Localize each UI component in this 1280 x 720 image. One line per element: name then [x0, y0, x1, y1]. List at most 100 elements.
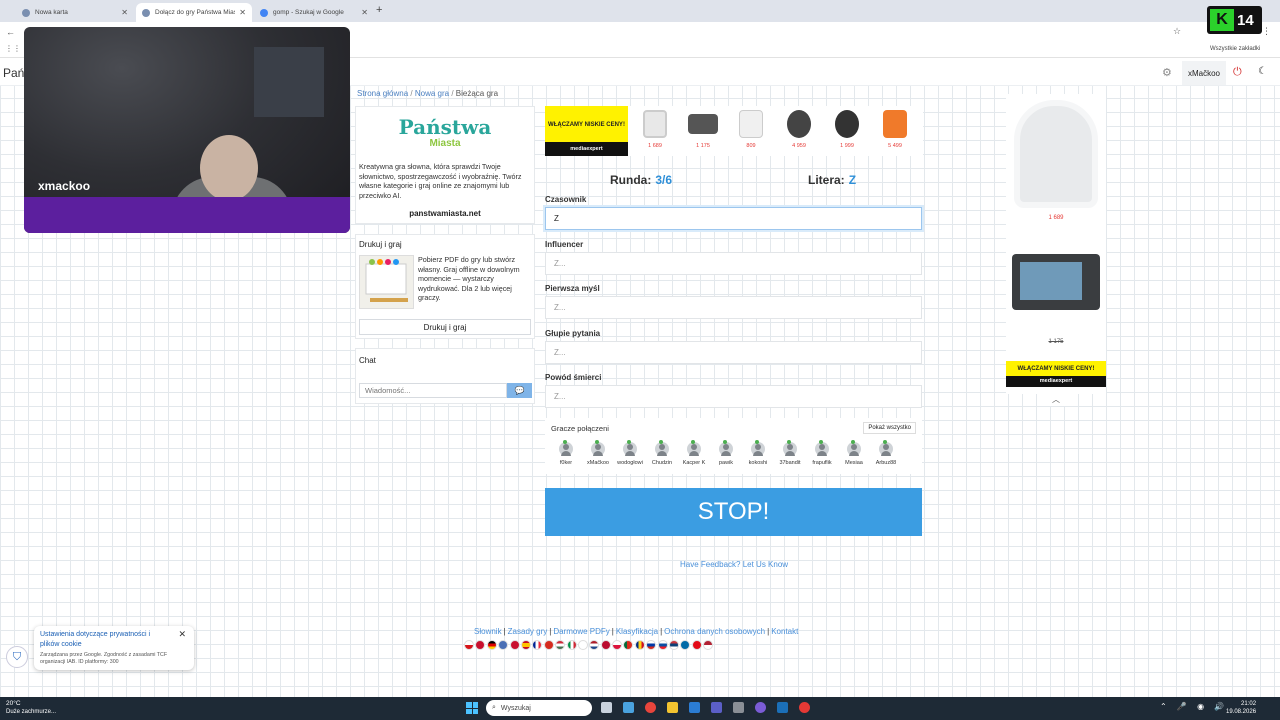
- flag-no-icon[interactable]: [600, 640, 611, 650]
- tab-new[interactable]: Nowa karta ✕: [16, 3, 134, 22]
- players-title: Gracze połączeni: [551, 424, 609, 433]
- chat-send-icon[interactable]: 💬: [507, 383, 532, 398]
- tab-google[interactable]: gomp - Szukaj w Google ✕: [254, 3, 374, 22]
- player-name: kokoshi: [748, 460, 768, 466]
- apps-icon[interactable]: ⋮⋮: [5, 44, 21, 53]
- flag-en-icon[interactable]: [509, 640, 520, 650]
- footer-link-zasady[interactable]: Zasady gry: [508, 627, 548, 636]
- ad-product[interactable]: 809: [731, 106, 771, 156]
- flag-rs-icon[interactable]: [669, 640, 680, 650]
- power-icon[interactable]: ⏻: [1233, 66, 1242, 79]
- stop-button[interactable]: STOP!: [545, 488, 922, 536]
- settings-gear-icon[interactable]: ⚙: [1162, 66, 1172, 79]
- flag-it-icon[interactable]: [566, 640, 577, 650]
- app-icon[interactable]: [733, 702, 744, 713]
- all-bookmarks[interactable]: Wszystkie zakładki: [1210, 46, 1260, 52]
- user-name[interactable]: xMačkoo: [1182, 61, 1226, 85]
- cookie-notice[interactable]: Ustawienia dotyczące prywatności i plikó…: [34, 626, 194, 670]
- close-icon[interactable]: ✕: [239, 8, 246, 17]
- ad-product[interactable]: 5 499: [875, 106, 915, 156]
- ad-banner-text: WŁĄCZAMY NISKIE CENY!: [1017, 366, 1095, 372]
- site-url: panstwamiasta.net: [409, 209, 481, 218]
- footer-link-slownik[interactable]: Słownik: [474, 627, 502, 636]
- player-item: Kacper K: [678, 440, 710, 466]
- chrome-icon[interactable]: [645, 702, 656, 713]
- chat-message-input[interactable]: [359, 383, 507, 398]
- new-tab-button[interactable]: +: [376, 4, 382, 16]
- flag-ro-icon[interactable]: [634, 640, 645, 650]
- footer-link-ochrona[interactable]: Ochrona danych osobowych: [664, 627, 765, 636]
- dark-mode-icon[interactable]: ☾: [1258, 66, 1267, 77]
- flag-gb-icon[interactable]: [498, 640, 509, 650]
- flag-de-icon[interactable]: [486, 640, 497, 650]
- taskbar-search[interactable]: ⌕ Wyszukaj: [486, 700, 592, 716]
- flag-fr-icon[interactable]: [532, 640, 543, 650]
- ad-product[interactable]: 1 999: [827, 106, 867, 156]
- app-icon[interactable]: [799, 702, 810, 713]
- flag-cz-icon[interactable]: [464, 640, 474, 650]
- star-icon[interactable]: ☆: [1173, 26, 1181, 37]
- print-button[interactable]: Drukuj i graj: [359, 319, 531, 335]
- steam-icon[interactable]: [777, 702, 788, 713]
- chevron-up-icon[interactable]: ︿: [1046, 394, 1066, 406]
- breadcrumb-new-game[interactable]: Nowa gra: [415, 89, 449, 98]
- category-input-czasownik[interactable]: [545, 207, 922, 230]
- close-icon[interactable]: ✕: [361, 8, 368, 17]
- watch-icon: [787, 110, 811, 138]
- teams-icon[interactable]: [711, 702, 722, 713]
- flag-nl-icon[interactable]: [589, 640, 600, 650]
- site-title[interactable]: Pań: [3, 66, 24, 80]
- breadcrumb-current: Bieżąca gra: [455, 89, 499, 98]
- flag-ru-icon[interactable]: [646, 640, 657, 650]
- edge-icon[interactable]: [689, 702, 700, 713]
- clock[interactable]: 21:02 19.08.2026: [1226, 700, 1256, 716]
- flag-pt-icon[interactable]: [623, 640, 634, 650]
- flag-hr-icon[interactable]: [543, 640, 554, 650]
- player-item: Chudzin: [646, 440, 678, 466]
- category-input-powod-smierci[interactable]: [545, 385, 922, 408]
- channel-number: 14: [1237, 11, 1254, 29]
- ad-product[interactable]: 4 959: [779, 106, 819, 156]
- privacy-shield-icon[interactable]: ⛉: [6, 646, 28, 668]
- menu-icon[interactable]: ⋮: [1262, 26, 1271, 37]
- clock-date: 19.08.2026: [1226, 709, 1257, 715]
- phone-icon: [883, 110, 907, 138]
- letter-value: Z: [848, 173, 857, 187]
- flag-se-icon[interactable]: [680, 640, 691, 650]
- task-view-icon[interactable]: [601, 702, 612, 713]
- flag-pl-icon[interactable]: [612, 640, 623, 650]
- flag-es-icon[interactable]: [520, 640, 531, 650]
- cookie-title[interactable]: Ustawienia dotyczące prywatności i plikó…: [40, 630, 170, 650]
- ad-banner-right[interactable]: 1 689 1 175 WŁĄCZAMY NISKIE CENY! mediae…: [1006, 94, 1106, 394]
- windows-start-icon[interactable]: [466, 702, 478, 714]
- flag-us-icon[interactable]: [703, 640, 714, 650]
- ad-product[interactable]: 1 689: [635, 106, 675, 156]
- round-indicator: Runda: 3/6: [610, 173, 672, 187]
- ad-banner-top[interactable]: WŁĄCZAMY NISKIE CENY! mediaexpert 1 689 …: [545, 106, 923, 156]
- footer-link-klasyfikacja[interactable]: Klasyfikacja: [616, 627, 658, 636]
- flag-jp-icon[interactable]: [577, 640, 588, 650]
- category-input-influencer[interactable]: [545, 252, 922, 275]
- close-icon[interactable]: ✕: [121, 8, 128, 17]
- tab-game[interactable]: Dołącz do gry Państwa Miasta ✕: [136, 3, 252, 22]
- close-icon[interactable]: ✕: [178, 629, 186, 640]
- footer-link-kontakt[interactable]: Kontakt: [771, 627, 798, 636]
- category-input-pierwsza-mysl[interactable]: [545, 296, 922, 319]
- flag-hu-icon[interactable]: [555, 640, 566, 650]
- weather-widget[interactable]: 20°C Duże zachmurze...: [6, 700, 56, 716]
- feedback-link[interactable]: Have Feedback? Let Us Know: [680, 560, 788, 569]
- back-icon[interactable]: ←: [6, 27, 15, 37]
- category-input-glupie-pytania[interactable]: [545, 341, 922, 364]
- flag-dk-icon[interactable]: [475, 640, 486, 650]
- obs-icon[interactable]: [755, 702, 766, 713]
- footer-link-pdf[interactable]: Darmowe PDFy: [553, 627, 609, 636]
- flag-tr-icon[interactable]: [691, 640, 702, 650]
- show-all-button[interactable]: Pokaż wszystko: [863, 422, 916, 434]
- tab-label: Nowa karta: [35, 9, 68, 16]
- flag-sk-icon[interactable]: [657, 640, 668, 650]
- breadcrumb-home[interactable]: Strona główna: [357, 89, 408, 98]
- widgets-icon[interactable]: [623, 702, 634, 713]
- file-explorer-icon[interactable]: [667, 702, 678, 713]
- ad-product[interactable]: 1 175: [683, 106, 723, 156]
- system-tray[interactable]: ⌃ 🎤 ◉ 🔊: [1160, 702, 1228, 711]
